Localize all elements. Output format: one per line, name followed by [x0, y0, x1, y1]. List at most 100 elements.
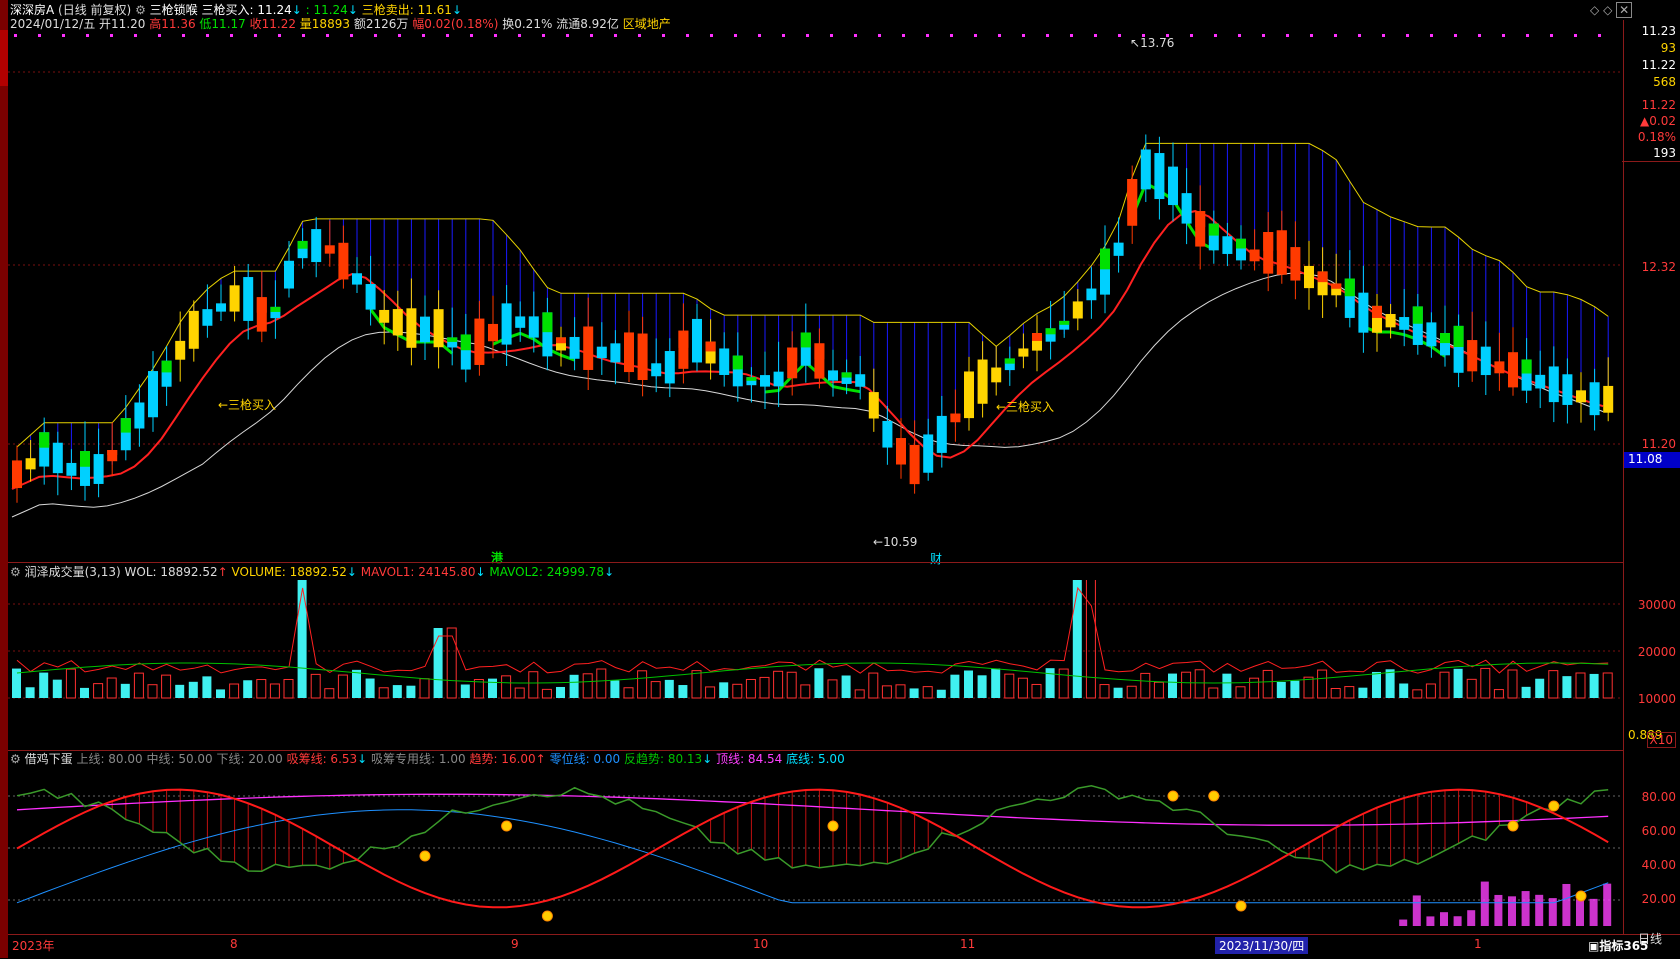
quote-sector: 区域地产: [622, 17, 671, 31]
candle-body: [488, 323, 498, 342]
candle-body-split: [1004, 358, 1015, 364]
signal-dot: [1454, 34, 1457, 37]
candle-body-split: [1372, 305, 1382, 318]
axis-label: 93: [1660, 41, 1676, 55]
candle-body-split: [1440, 333, 1450, 344]
volume-bar: [827, 679, 838, 699]
egg-indicator-chart[interactable]: [8, 766, 1624, 934]
diamond-icon[interactable]: ◇: [1590, 3, 1599, 17]
signal-dot: [302, 34, 305, 37]
candle-body-split: [841, 372, 852, 378]
volume-bar: [964, 670, 973, 698]
close-icon[interactable]: ✕: [1616, 2, 1633, 18]
volume-bar: [1372, 671, 1381, 698]
volume-bar: [637, 670, 648, 699]
settings-icon[interactable]: ⚙: [135, 3, 146, 17]
quote-high: 高11.36: [149, 17, 196, 31]
candle-body: [1494, 361, 1505, 374]
buy-annotation-2: ←三枪买入: [996, 400, 1055, 414]
axis-label: 568: [1653, 75, 1676, 89]
volume-settings-icon[interactable]: ⚙: [10, 565, 21, 579]
volume-bar: [1425, 683, 1436, 699]
egg-middle: 中线: 50.00: [146, 752, 213, 766]
volume-bar: [1072, 580, 1082, 698]
egg-title: 借鸡下蛋: [24, 752, 73, 766]
egg-marker: [1167, 790, 1179, 802]
axis-label: 20000: [1637, 645, 1676, 659]
pink-bar: [1412, 895, 1421, 926]
diamond-icon-2[interactable]: ◇: [1603, 3, 1612, 17]
candle-body: [324, 245, 335, 254]
signal-dot: [518, 34, 521, 37]
quote-volume: 量18893: [299, 17, 350, 31]
volume-bars: [12, 580, 1613, 699]
candle-body-split: [705, 341, 716, 352]
egg-marker: [541, 910, 553, 922]
candle-body: [977, 359, 988, 404]
candle-body: [406, 308, 417, 348]
signal-dot: [782, 34, 785, 37]
candle-body: [148, 371, 158, 418]
volume-bar: [977, 675, 987, 698]
left-sidebar-tab[interactable]: [0, 30, 8, 86]
candle-body: [637, 333, 648, 380]
left-sidebar[interactable]: [0, 0, 8, 958]
volume-bar: [1290, 680, 1300, 698]
axis-label: 80.00: [1641, 790, 1676, 804]
volume-bar: [1031, 683, 1042, 699]
volume-panel-border: [8, 562, 1624, 563]
signal-dot: [110, 34, 113, 37]
candle-body-split: [542, 312, 553, 333]
volume-bar: [1222, 673, 1232, 698]
candle-body: [1548, 366, 1559, 403]
volume-bar: [1358, 687, 1368, 698]
chart-mode: (日线 前复权): [58, 3, 132, 17]
egg-marker: [1548, 800, 1560, 812]
signal-dot: [1478, 34, 1481, 37]
signal-dot: [878, 34, 881, 37]
signal-dot: [902, 34, 905, 37]
signal-dot: [926, 34, 929, 37]
volume-bar: [623, 687, 634, 699]
candle-body: [528, 316, 539, 338]
signal-dot: [134, 34, 137, 37]
volume-bar: [1575, 672, 1586, 699]
volume-bar: [800, 684, 811, 699]
volume-bar: [283, 678, 294, 699]
candle-body: [202, 309, 213, 326]
axis-label: 30000: [1637, 598, 1676, 612]
volume-bar: [1412, 689, 1423, 699]
volume-bar: [310, 673, 321, 699]
volume-bar: [1602, 672, 1613, 699]
volume-bar: [419, 678, 430, 699]
volume-bar: [216, 689, 225, 698]
volume-bar: [1548, 670, 1559, 699]
egg-settings-icon[interactable]: ⚙: [10, 752, 21, 766]
pink-bar: [1399, 919, 1408, 926]
current-price-tag: 11.08: [1624, 452, 1680, 468]
volume-bar: [1045, 668, 1055, 698]
candle-body: [379, 309, 390, 323]
candle-body: [760, 375, 770, 387]
volume-volume: VOLUME: 18892.52: [231, 565, 347, 579]
time-cursor-label: 2023/11/30/四: [1215, 937, 1309, 954]
quote-line: 2024/01/12/五 开11.20 高11.36 低11.17 收11.22…: [10, 16, 671, 32]
main-price-chart[interactable]: [8, 32, 1624, 562]
volume-bar: [569, 674, 579, 698]
volume-bar: [378, 687, 389, 699]
candle-body: [1086, 288, 1097, 301]
axis-divider: [1622, 161, 1680, 162]
volume-mavol2: MAVOL2: 24999.78: [489, 565, 605, 579]
volume-bar: [1303, 676, 1314, 699]
cloud-band: [16, 142, 1609, 485]
period-label[interactable]: 日线: [1638, 930, 1662, 947]
volume-chart[interactable]: [8, 580, 1624, 750]
pink-bar: [1521, 891, 1530, 926]
candle-body-split: [814, 343, 825, 360]
axis-label: 11.22: [1641, 98, 1676, 112]
candle-body-split: [80, 451, 90, 467]
pink-bar: [1480, 881, 1489, 926]
volume-bar: [1385, 669, 1395, 698]
quote-change: 幅0.02(0.18%): [412, 17, 499, 31]
axis-label: 193: [1653, 146, 1676, 160]
